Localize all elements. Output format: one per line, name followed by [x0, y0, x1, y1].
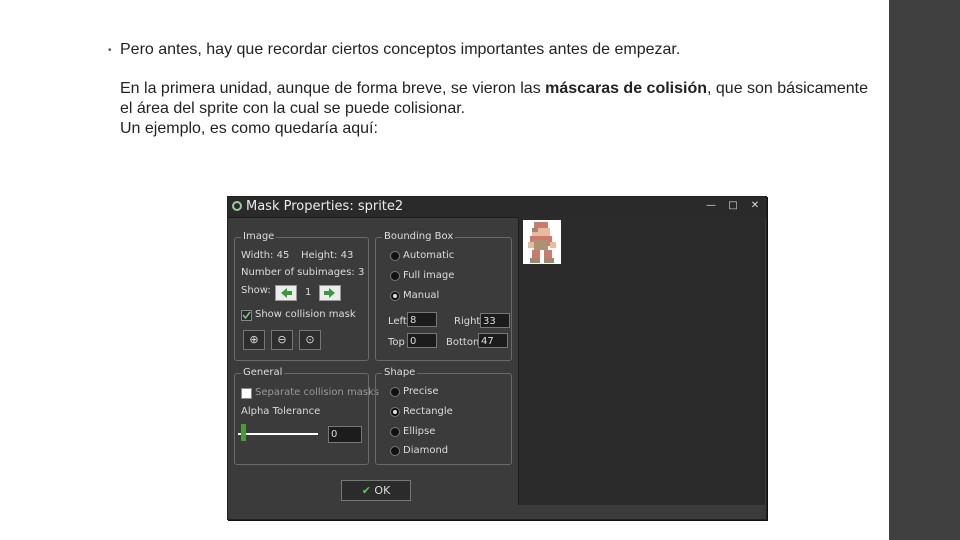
ok-label: OK	[374, 484, 391, 497]
sprite-thumbnail	[523, 220, 561, 264]
manual-label: Manual	[403, 290, 440, 301]
width-label: Width: 45	[241, 250, 290, 261]
zoom-reset-icon: ⊙	[305, 333, 315, 346]
separate-masks-label: Separate collision masks	[255, 387, 380, 398]
radio-manual[interactable]	[390, 291, 400, 301]
arrow-right-icon	[324, 288, 335, 298]
image-group: Image Width: 45 Height: 43 Number of sub…	[234, 231, 369, 361]
shape-group-title: Shape	[382, 367, 418, 378]
right-label: Right	[454, 316, 481, 327]
ok-button[interactable]: ✔ OK	[341, 480, 411, 501]
intro-line: Pero antes, hay que recordar ciertos con…	[120, 41, 681, 58]
show-label: Show:	[241, 285, 271, 296]
height-label: Height: 43	[301, 250, 354, 261]
radio-diamond[interactable]	[390, 446, 400, 456]
maximize-icon[interactable]: □	[724, 199, 742, 213]
top-field[interactable]: 0	[407, 333, 437, 348]
ellipse-label: Ellipse	[403, 426, 436, 437]
zoom-reset-button[interactable]: ⊙	[299, 330, 321, 350]
bottom-field[interactable]: 47	[478, 333, 508, 348]
sprite-image	[523, 220, 561, 264]
alpha-tolerance-field[interactable]: 0	[328, 426, 362, 443]
alpha-slider-track[interactable]	[238, 433, 318, 435]
paragraph-text-3: Un ejemplo, es como quedaría aquí:	[120, 120, 378, 137]
zoom-out-button[interactable]: ⊖	[271, 330, 293, 350]
next-subimage-button[interactable]	[319, 285, 341, 301]
top-label: Top	[388, 337, 405, 348]
radio-precise[interactable]	[390, 387, 400, 397]
paragraph-text-1: En la primera unidad, aunque de forma br…	[120, 80, 546, 97]
image-group-title: Image	[241, 231, 277, 242]
general-group-title: General	[241, 367, 285, 378]
full-image-label: Full image	[403, 270, 455, 281]
show-mask-checkbox[interactable]	[241, 310, 252, 321]
minimize-icon[interactable]: —	[702, 199, 720, 213]
zoom-in-icon: ⊕	[249, 333, 259, 346]
bullet-line: • Pero antes, hay que recordar ciertos c…	[108, 40, 868, 61]
right-sidebar-bar	[889, 0, 960, 540]
slide-text: • Pero antes, hay que recordar ciertos c…	[108, 40, 868, 139]
paragraph-bold: máscaras de colisión	[545, 80, 707, 97]
bbox-group-title: Bounding Box	[382, 231, 456, 242]
shape-group: Shape Precise Rectangle Ellipse Diamond	[375, 367, 512, 465]
app-icon	[232, 201, 242, 211]
general-group: General Separate collision masks Alpha T…	[234, 367, 379, 465]
bullet-icon: •	[108, 45, 112, 56]
arrow-left-icon	[281, 288, 292, 298]
check-icon: ✔	[361, 484, 371, 497]
show-mask-label: Show collision mask	[255, 309, 356, 320]
dialog-titlebar: Mask Properties: sprite2 — □ ✕	[228, 197, 766, 218]
radio-automatic[interactable]	[390, 251, 400, 261]
automatic-label: Automatic	[403, 250, 455, 261]
radio-rectangle[interactable]	[390, 407, 400, 417]
alpha-tolerance-label: Alpha Tolerance	[241, 406, 321, 417]
separate-masks-checkbox[interactable]	[241, 388, 252, 399]
zoom-out-icon: ⊖	[277, 333, 287, 346]
prev-subimage-button[interactable]	[275, 285, 297, 301]
dialog-title: Mask Properties: sprite2	[246, 199, 404, 214]
subimages-label: Number of subimages: 3	[241, 267, 365, 278]
left-field[interactable]: 8	[407, 312, 437, 327]
show-value: 1	[305, 287, 312, 298]
alpha-slider-thumb[interactable]	[241, 424, 246, 441]
right-field[interactable]: 33	[480, 313, 510, 328]
close-icon[interactable]: ✕	[746, 199, 764, 213]
sprite-preview-area	[518, 217, 765, 505]
zoom-in-button[interactable]: ⊕	[243, 330, 265, 350]
window-controls: — □ ✕	[702, 199, 764, 213]
radio-full-image[interactable]	[390, 271, 400, 281]
rectangle-label: Rectangle	[403, 406, 453, 417]
precise-label: Precise	[403, 386, 439, 397]
mask-properties-dialog: Mask Properties: sprite2 — □ ✕ Image Wid…	[227, 196, 767, 520]
checkmark-icon	[242, 311, 251, 320]
diamond-label: Diamond	[403, 445, 449, 456]
paragraph: En la primera unidad, aunque de forma br…	[120, 79, 868, 139]
radio-ellipse[interactable]	[390, 427, 400, 437]
bounding-box-group: Bounding Box Automatic Full image Manual…	[375, 231, 512, 361]
left-label: Left	[388, 316, 407, 327]
